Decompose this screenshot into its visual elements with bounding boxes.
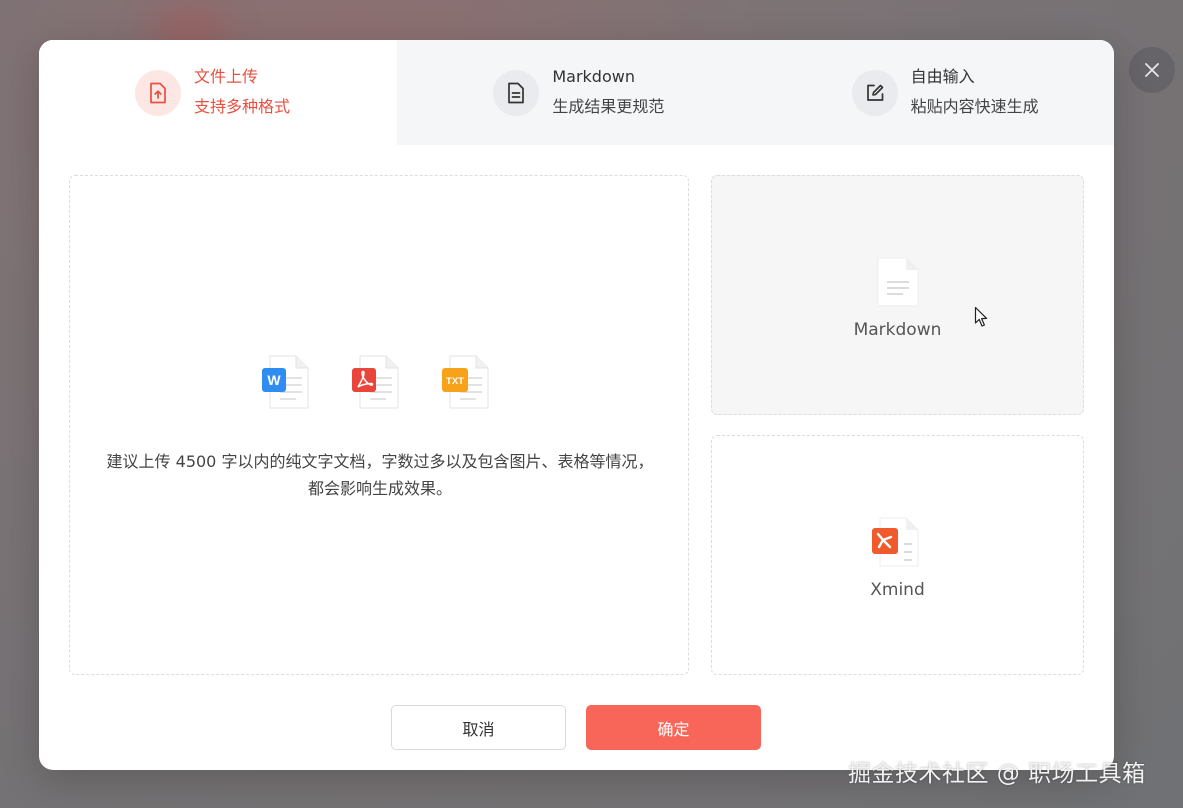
format-label: Markdown: [853, 320, 942, 340]
word-file-icon: W: [262, 355, 309, 409]
tab-title: Markdown: [552, 67, 635, 86]
supported-file-types: W TXT: [260, 354, 500, 414]
confirm-button[interactable]: 确定: [586, 705, 761, 750]
format-option-markdown[interactable]: Markdown: [711, 175, 1084, 415]
pdf-file-icon: [352, 355, 399, 409]
xmind-file-icon: [872, 517, 919, 567]
close-icon: [1145, 63, 1159, 77]
txt-file-icon: TXT: [442, 355, 489, 409]
cancel-button[interactable]: 取消: [391, 705, 566, 750]
tab-file-upload[interactable]: 文件上传 支持多种格式: [39, 40, 398, 145]
tab-title: 自由输入: [910, 67, 975, 86]
import-dialog: 文件上传 支持多种格式 Markdown 生成结果更规范 自由输入 粘贴内容快速…: [39, 40, 1114, 770]
tab-title: 文件上传: [194, 67, 259, 86]
source-tabs: 文件上传 支持多种格式 Markdown 生成结果更规范 自由输入 粘贴内容快速…: [39, 40, 1114, 145]
format-option-xmind[interactable]: Xmind: [711, 435, 1084, 675]
watermark-text: 掘金技术社区 @ 职场工具箱: [848, 761, 1146, 787]
tab-subtitle: 生成结果更规范: [552, 97, 665, 116]
markdown-doc-icon: [877, 257, 919, 307]
file-upload-dropzone[interactable]: W TXT 建议上传 4500 字以内的纯文字文档，字数过多以及包含图片、表格等…: [69, 175, 689, 675]
tab-free-input[interactable]: 自由输入 粘贴内容快速生成: [756, 40, 1114, 145]
close-button[interactable]: [1129, 47, 1175, 93]
format-label: Xmind: [870, 580, 925, 600]
word-badge-text: W: [267, 372, 281, 388]
tab-subtitle: 粘贴内容快速生成: [910, 97, 1039, 116]
document-lines-icon: [493, 70, 540, 116]
tab-markdown[interactable]: Markdown 生成结果更规范: [397, 40, 755, 145]
upload-file-icon: [135, 70, 181, 116]
edit-icon: [851, 70, 898, 116]
tab-subtitle: 支持多种格式: [194, 97, 291, 116]
txt-badge-text: TXT: [446, 376, 464, 387]
mouse-pointer-icon: [974, 306, 988, 327]
upload-hint-text: 建议上传 4500 字以内的纯文字文档，字数过多以及包含图片、表格等情况，都会影…: [106, 452, 654, 498]
